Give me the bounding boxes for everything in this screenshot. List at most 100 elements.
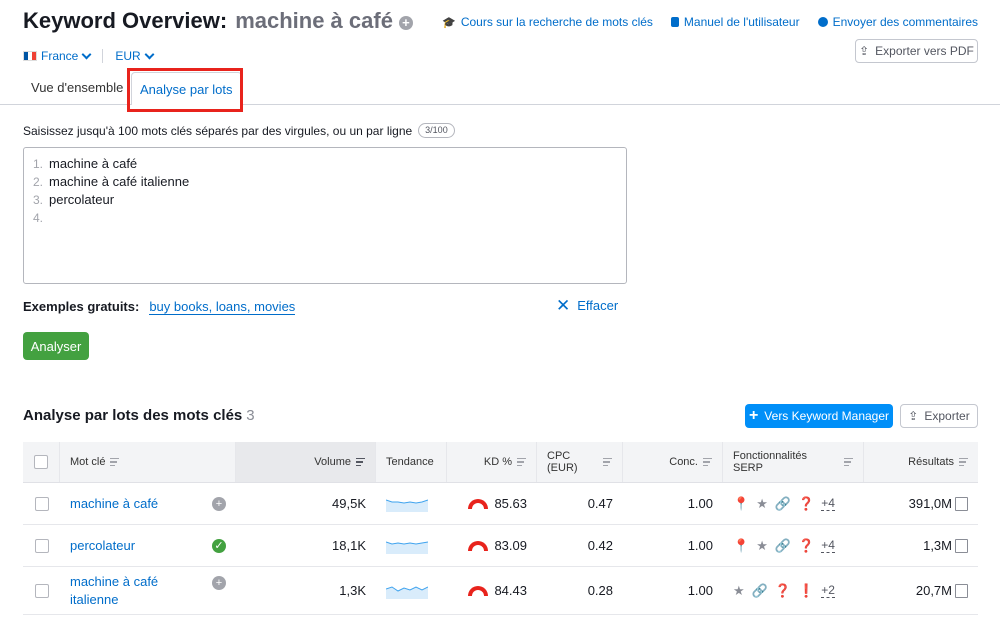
column-competition[interactable]: Conc. xyxy=(623,442,723,482)
manual-link[interactable]: Manuel de l'utilisateur xyxy=(670,15,800,29)
add-circle-icon[interactable]: + xyxy=(212,576,226,590)
serp-features-cell: ★ 🔗 ❓ ❗ +2 xyxy=(723,567,864,614)
link-icon: 🔗 xyxy=(751,582,768,598)
results-title: Analyse par lots des mots clés 3 xyxy=(23,407,255,424)
kd-cell: 85.63 xyxy=(447,483,537,524)
kd-cell: 83.09 xyxy=(447,525,537,566)
graduation-cap-icon: 🎓 xyxy=(442,16,456,29)
column-serp-features[interactable]: Fonctionnalités SERP xyxy=(723,442,864,482)
more-features-link[interactable]: +4 xyxy=(821,496,835,511)
keyword-manager-button[interactable]: + Vers Keyword Manager xyxy=(745,404,893,428)
column-kd[interactable]: KD % xyxy=(447,442,537,482)
volume-cell: 1,3K xyxy=(339,583,366,598)
row-checkbox-cell xyxy=(23,525,60,566)
row-checkbox[interactable] xyxy=(34,538,49,553)
analyze-button[interactable]: Analyser xyxy=(23,332,89,360)
textarea-line: 2. machine à café italienne xyxy=(33,174,190,189)
results-cell: 391,0M xyxy=(864,483,978,524)
export-button[interactable]: ⇪ Exporter xyxy=(900,404,978,428)
results-cell: 1,3M xyxy=(864,525,978,566)
database-selector-row: France EUR xyxy=(23,49,155,63)
row-checkbox-cell xyxy=(23,567,60,614)
tab-overview[interactable]: Vue d'ensemble xyxy=(31,80,123,95)
textarea-line: 3. percolateur xyxy=(33,192,115,207)
keyword-link[interactable]: machine à café italienne xyxy=(70,573,158,609)
currency-dropdown[interactable]: EUR xyxy=(115,49,140,63)
column-results[interactable]: Résultats xyxy=(864,442,978,482)
france-flag-icon xyxy=(23,51,37,61)
trend-cell xyxy=(376,525,447,566)
sort-icon xyxy=(959,457,968,467)
export-icon: ⇪ xyxy=(908,409,919,423)
trend-cell xyxy=(376,483,447,524)
comment-icon xyxy=(817,17,828,27)
star-icon: ★ xyxy=(733,582,745,598)
sort-icon xyxy=(517,457,526,467)
select-all-checkbox[interactable] xyxy=(34,455,48,469)
serp-document-icon[interactable] xyxy=(955,583,968,598)
row-checkbox[interactable] xyxy=(34,583,49,598)
title-keyword: machine à café xyxy=(235,8,393,33)
examples-label: Exemples gratuits: xyxy=(23,299,140,314)
serp-features-cell: 📍 ★ 🔗 ❓ +4 xyxy=(723,525,864,566)
add-circle-icon[interactable]: + xyxy=(212,496,226,511)
sort-icon xyxy=(110,457,120,467)
link-icon: 🔗 xyxy=(774,495,792,511)
free-examples: Exemples gratuits: buy books, loans, mov… xyxy=(23,299,296,315)
cpc-cell: 0.28 xyxy=(587,583,613,598)
cpc-cell: 0.47 xyxy=(587,496,613,511)
add-keyword-icon[interactable]: + xyxy=(398,15,413,30)
feedback-link[interactable]: Envoyer des commentaires xyxy=(817,15,978,29)
trend-sparkline xyxy=(386,585,428,599)
more-features-link[interactable]: +2 xyxy=(821,583,835,598)
chevron-down-icon[interactable] xyxy=(144,49,155,59)
faq-icon: ❗ xyxy=(798,582,815,598)
title-label: Keyword Overview: xyxy=(23,8,228,33)
book-icon xyxy=(670,17,679,27)
check-circle-icon: ✓ xyxy=(212,538,226,553)
export-pdf-button[interactable]: ⇪ Exporter vers PDF xyxy=(855,39,978,63)
examples-link[interactable]: buy books, loans, movies xyxy=(149,299,296,315)
serp-features-cell: 📍 ★ 🔗 ❓ +4 xyxy=(723,483,864,524)
serp-document-icon[interactable] xyxy=(955,496,968,511)
course-link[interactable]: 🎓 Cours sur la recherche de mots clés xyxy=(442,15,653,29)
row-checkbox[interactable] xyxy=(34,496,49,511)
sort-icon xyxy=(703,457,712,467)
kd-cell: 84.43 xyxy=(447,567,537,614)
bulk-instruction: Saisissez jusqu'à 100 mots clés séparés … xyxy=(23,123,455,138)
table-header: Mot clé Volume Tendance KD % CPC (EUR) C… xyxy=(23,442,978,483)
sort-icon xyxy=(844,457,853,467)
plus-icon: + xyxy=(748,407,759,424)
star-icon: ★ xyxy=(756,537,768,553)
star-icon: ★ xyxy=(756,495,768,511)
clear-button[interactable]: ✕ Effacer xyxy=(556,297,618,314)
select-all-checkbox-cell xyxy=(23,442,60,482)
competition-cell: 1.00 xyxy=(687,538,713,553)
chevron-down-icon[interactable] xyxy=(81,49,92,59)
column-trend: Tendance xyxy=(376,442,447,482)
trend-sparkline xyxy=(386,541,428,554)
kd-gauge-icon xyxy=(468,540,489,551)
sort-icon xyxy=(603,457,612,467)
database-dropdown[interactable]: France xyxy=(41,49,78,63)
keyword-link[interactable]: percolateur xyxy=(70,537,135,555)
highlight-box xyxy=(127,68,243,112)
table-row: machine à café italienne + 1,3K 84.43 0.2… xyxy=(23,567,978,615)
keyword-cell: machine à café + xyxy=(60,483,236,524)
keyword-cell: percolateur ✓ xyxy=(60,525,236,566)
keyword-link[interactable]: machine à café xyxy=(70,495,158,513)
question-icon: ❓ xyxy=(798,495,815,511)
results-count: 3 xyxy=(246,407,255,424)
competition-cell: 1.00 xyxy=(687,583,713,598)
more-features-link[interactable]: +4 xyxy=(821,538,835,553)
sort-icon xyxy=(356,457,365,467)
table-row: machine à café + 49,5K 85.63 0.47 1.00 📍… xyxy=(23,483,978,525)
column-cpc[interactable]: CPC (EUR) xyxy=(537,442,623,482)
serp-document-icon[interactable] xyxy=(955,538,968,553)
column-keyword[interactable]: Mot clé xyxy=(60,442,236,482)
cpc-cell: 0.42 xyxy=(587,538,613,553)
link-icon: 🔗 xyxy=(774,537,792,553)
kd-gauge-icon xyxy=(468,585,489,596)
column-volume[interactable]: Volume xyxy=(236,442,376,482)
keywords-textarea[interactable]: 1. machine à café 2. machine à café ital… xyxy=(23,147,627,284)
